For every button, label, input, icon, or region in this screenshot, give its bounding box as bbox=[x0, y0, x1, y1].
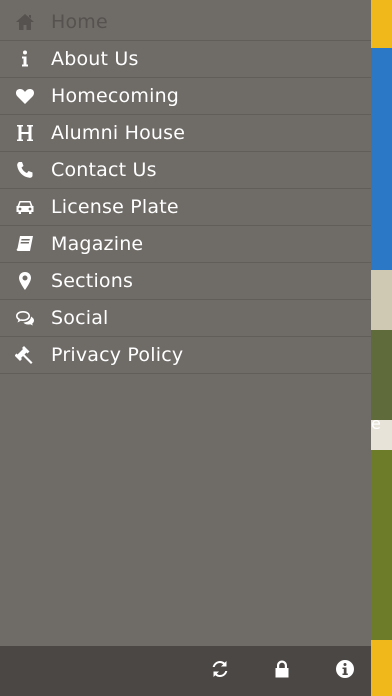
menu-item-home[interactable]: Home bbox=[0, 3, 371, 41]
menu-item-label: About Us bbox=[51, 48, 139, 70]
menu-item-magazine[interactable]: Magazine bbox=[0, 226, 371, 263]
menu-item-privacy-policy[interactable]: Privacy Policy bbox=[0, 337, 371, 374]
menu-item-contact-us[interactable]: Contact Us bbox=[0, 152, 371, 189]
menu-item-label: Social bbox=[51, 307, 109, 329]
menu-item-homecoming[interactable]: Homecoming bbox=[0, 78, 371, 115]
chat-bubbles-icon bbox=[14, 308, 36, 328]
menu-item-label: Sections bbox=[51, 270, 134, 292]
menu-item-sections[interactable]: Sections bbox=[0, 263, 371, 300]
menu-item-social[interactable]: Social bbox=[0, 300, 371, 337]
lock-icon bbox=[272, 659, 292, 683]
info-icon bbox=[14, 49, 36, 69]
map-marker-icon bbox=[14, 271, 36, 291]
menu-item-label: License Plate bbox=[51, 196, 179, 218]
car-icon bbox=[14, 197, 36, 217]
background-app-text: e bbox=[371, 414, 381, 433]
h-letter-icon bbox=[14, 123, 36, 143]
book-icon bbox=[14, 234, 36, 254]
info-button[interactable] bbox=[333, 659, 357, 683]
menu-item-license-plate[interactable]: License Plate bbox=[0, 189, 371, 226]
menu-item-label: Home bbox=[51, 10, 108, 33]
menu-item-label: Privacy Policy bbox=[51, 344, 184, 366]
heart-icon bbox=[14, 86, 36, 106]
info-circle-icon bbox=[335, 659, 355, 683]
home-icon bbox=[14, 12, 36, 32]
phone-icon bbox=[14, 160, 36, 180]
menu-item-label: Magazine bbox=[51, 233, 144, 255]
bottom-toolbar bbox=[0, 646, 371, 696]
menu-item-about-us[interactable]: About Us bbox=[0, 41, 371, 78]
refresh-icon bbox=[210, 659, 230, 683]
menu-item-label: Contact Us bbox=[51, 159, 157, 181]
background-app-content: e bbox=[371, 0, 392, 696]
lock-button[interactable] bbox=[270, 659, 294, 683]
refresh-button[interactable] bbox=[208, 659, 232, 683]
menu-item-alumni-house[interactable]: Alumni House bbox=[0, 115, 371, 152]
gavel-icon bbox=[14, 345, 36, 365]
menu-item-label: Alumni House bbox=[51, 122, 186, 144]
navigation-drawer: Home About Us Homecoming Alumni House Co… bbox=[0, 0, 371, 646]
menu-list: Home About Us Homecoming Alumni House Co… bbox=[0, 3, 371, 374]
menu-item-label: Homecoming bbox=[51, 85, 180, 107]
